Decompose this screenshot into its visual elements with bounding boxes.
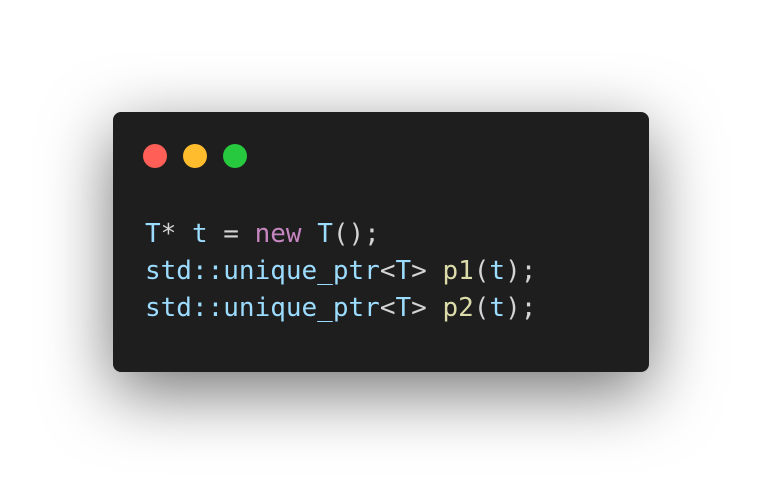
code-token: T (395, 293, 412, 323)
close-dot-icon[interactable] (143, 144, 167, 168)
code-line: T* t = new T(); (145, 216, 536, 253)
maximize-dot-icon[interactable] (223, 144, 247, 168)
code-token: T (317, 219, 333, 249)
minimize-dot-icon[interactable] (183, 144, 207, 168)
code-token: t (489, 293, 506, 323)
code-token: > (411, 293, 443, 323)
code-token: t (489, 256, 506, 286)
code-block: T* t = new T(); std::unique_ptr<T> p1(t);… (145, 216, 536, 327)
code-token: ( (473, 293, 490, 323)
code-token: ); (505, 293, 537, 323)
code-token: p1 (442, 256, 474, 286)
code-token: (); (332, 219, 380, 249)
code-token: = (207, 219, 255, 249)
code-token: t (191, 219, 208, 249)
canvas: T* t = new T(); std::unique_ptr<T> p1(t);… (0, 0, 762, 484)
code-token: ); (505, 256, 537, 286)
code-token: p2 (442, 293, 474, 323)
code-token: T (145, 219, 161, 249)
code-token: ( (473, 256, 490, 286)
code-token: < (379, 293, 396, 323)
code-token: new (254, 219, 302, 249)
code-window: T* t = new T(); std::unique_ptr<T> p1(t);… (113, 112, 649, 372)
code-token: * (160, 219, 192, 249)
code-token: < (379, 256, 396, 286)
window-controls (143, 144, 247, 168)
code-token: T (395, 256, 412, 286)
code-token: std::unique_ptr (145, 256, 380, 286)
code-line: std::unique_ptr<T> p2(t); (145, 290, 536, 327)
code-token: std::unique_ptr (145, 293, 380, 323)
code-token: > (411, 256, 443, 286)
code-line: std::unique_ptr<T> p1(t); (145, 253, 536, 290)
